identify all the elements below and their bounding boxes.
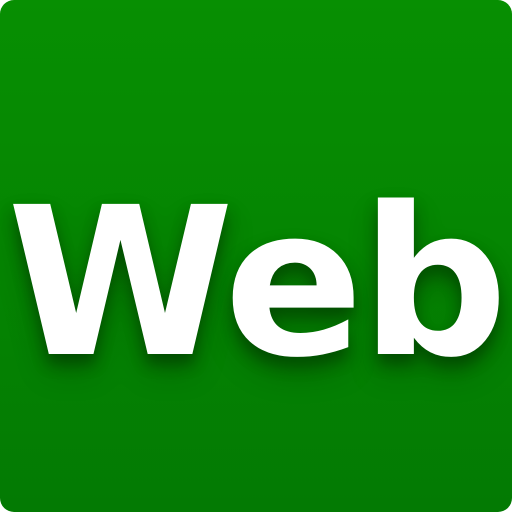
web-app-icon[interactable]: Web <box>0 0 512 512</box>
icon-label: Web <box>6 163 508 403</box>
